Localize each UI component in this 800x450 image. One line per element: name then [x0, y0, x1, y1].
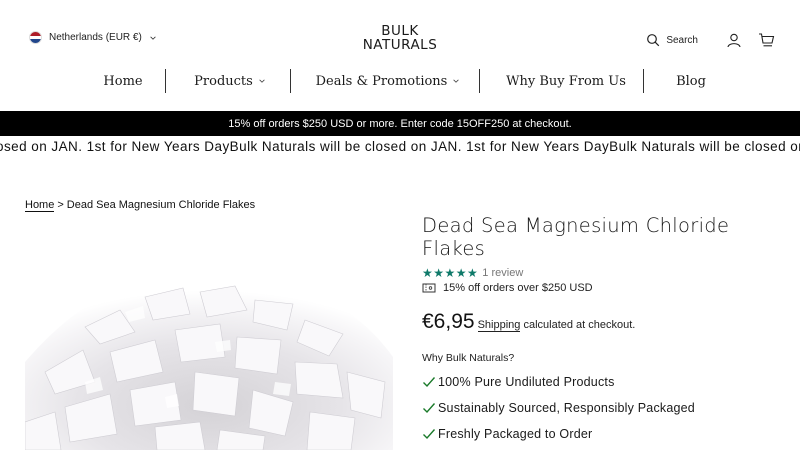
review-count: 1 review	[482, 267, 524, 279]
benefit-item: 100% Pure Undiluted Products	[422, 375, 615, 389]
nav-item-why-buy-from-us[interactable]: Why Buy From Us	[502, 68, 630, 94]
search-button[interactable]: Search	[646, 33, 698, 47]
product-title: Dead Sea Magnesium Chloride Flakes	[422, 214, 730, 260]
breadcrumb: Home > Dead Sea Magnesium Chloride Flake…	[25, 199, 255, 212]
nav-divider	[479, 69, 480, 93]
nav-divider	[643, 69, 644, 93]
product-price: €6,95	[422, 310, 475, 333]
nav-item-blog[interactable]: Blog	[670, 68, 712, 94]
checkmark-icon	[423, 403, 436, 414]
breadcrumb-separator: >	[57, 199, 64, 211]
holiday-marquee: osed on JAN. 1st for New Years DayBulk N…	[0, 137, 800, 157]
cart-icon	[758, 33, 774, 47]
nav-item-deals-promotions[interactable]: Deals & Promotions	[314, 68, 462, 94]
account-button[interactable]	[724, 30, 744, 50]
search-label: Search	[666, 34, 698, 46]
breadcrumb-home-link[interactable]: Home	[25, 199, 55, 212]
promo-text: 15% off orders $250 USD or more. Enter c…	[228, 117, 572, 130]
benefit-item: Freshly Packaged to Order	[422, 427, 592, 441]
why-heading: Why Bulk Naturals?	[422, 352, 515, 364]
shipping-link[interactable]: Shipping	[477, 319, 521, 332]
breadcrumb-current: Dead Sea Magnesium Chloride Flakes	[66, 199, 256, 211]
logo-line-1: BULK	[381, 23, 419, 39]
benefit-item: Sustainably Sourced, Responsibly Package…	[422, 401, 695, 415]
chevron-down-icon	[259, 79, 265, 83]
shipping-note-text: calculated at checkout.	[523, 319, 636, 331]
nav-divider	[290, 69, 291, 93]
shipping-note: Shipping calculated at checkout.	[477, 319, 636, 332]
price-row: €6,95 Shipping calculated at checkout.	[422, 310, 635, 334]
country-selector[interactable]: Netherlands (EUR €)	[29, 31, 157, 44]
header-actions: Search	[646, 30, 776, 50]
product-info: Dead Sea Magnesium Chloride Flakes ★★★★★…	[422, 214, 792, 441]
checkmark-icon	[423, 429, 436, 440]
nav-item-products[interactable]: Products	[190, 68, 270, 94]
logo-line-2: NATURALS	[362, 37, 438, 53]
site-header: Netherlands (EUR €) BULK NATURALS Search…	[0, 0, 800, 111]
product-rating[interactable]: ★★★★★ 1 review	[422, 266, 523, 280]
benefit-label: 100% Pure Undiluted Products	[438, 375, 615, 389]
netherlands-flag-icon	[29, 31, 42, 44]
discount-tag-icon	[422, 283, 436, 293]
nav-item-label: Deals & Promotions	[315, 73, 448, 89]
promo-announcement-bar: 15% off orders $250 USD or more. Enter c…	[0, 111, 800, 136]
benefit-label: Freshly Packaged to Order	[438, 427, 593, 441]
chevron-down-icon	[150, 36, 156, 40]
checkmark-icon	[423, 377, 436, 388]
country-selector-label: Netherlands (EUR €)	[49, 32, 142, 43]
magnesium-flakes-image	[25, 222, 393, 450]
marquee-text: osed on JAN. 1st for New Years DayBulk N…	[0, 139, 800, 154]
site-logo[interactable]: BULK NATURALS	[361, 24, 439, 52]
benefit-label: Sustainably Sourced, Responsibly Package…	[438, 401, 695, 415]
account-icon	[727, 33, 741, 48]
search-icon	[647, 34, 660, 47]
discount-note: 15% off orders over $250 USD	[422, 282, 593, 294]
chevron-down-icon	[453, 79, 460, 83]
nav-item-home[interactable]: Home	[98, 68, 148, 94]
product-image[interactable]	[25, 222, 393, 450]
nav-item-label: Blog	[676, 73, 706, 89]
nav-item-label: Why Buy From Us	[506, 73, 626, 89]
discount-note-text: 15% off orders over $250 USD	[443, 282, 593, 294]
nav-divider	[165, 69, 166, 93]
nav-item-label: Home	[103, 73, 143, 89]
main-nav: Home Products Deals & Promotions Why Buy…	[0, 68, 800, 94]
nav-item-label: Products	[194, 73, 253, 89]
star-rating-icon: ★★★★★	[422, 266, 479, 280]
cart-button[interactable]	[756, 30, 776, 50]
